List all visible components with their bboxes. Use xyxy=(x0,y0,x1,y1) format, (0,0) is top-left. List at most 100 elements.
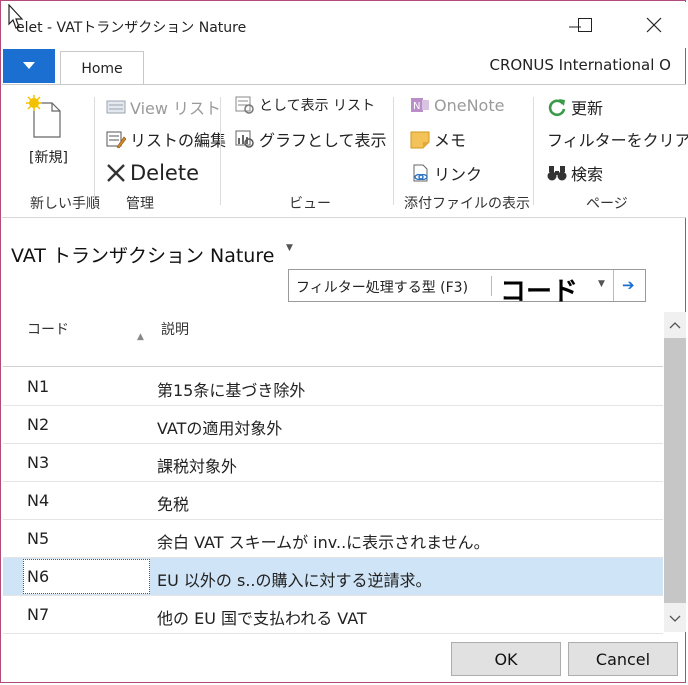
note-icon xyxy=(410,131,430,149)
cell-description: 他の EU 国で支払われる VAT xyxy=(157,609,367,628)
new-button[interactable] xyxy=(26,95,62,143)
onenote-icon: N xyxy=(411,98,429,112)
clear-filter-label: フィルターをクリア xyxy=(547,131,688,150)
group-label-manage: 管理 xyxy=(126,196,154,212)
table-row-selected[interactable]: N6 EU 以外の s..の購入に対する逆請求。 xyxy=(3,558,663,596)
sort-ascending-icon: ▲ xyxy=(137,332,144,342)
refresh-icon xyxy=(548,99,566,117)
tab-home[interactable]: Home xyxy=(60,51,144,85)
application-menu-button[interactable] xyxy=(3,49,55,83)
filter-field-select[interactable]: コード xyxy=(500,271,578,308)
chevron-down-icon xyxy=(669,615,681,622)
table-row[interactable]: N1 第15条に基づき除外 xyxy=(3,368,663,406)
title-dropdown-icon[interactable]: ▼ xyxy=(286,243,293,253)
group-label-view: ビュー xyxy=(289,196,331,212)
group-label-page: ページ xyxy=(586,196,628,212)
view-list-label: View リスト xyxy=(130,99,222,118)
window-title: elet - VATトランザクション Nature xyxy=(16,20,247,36)
onenote-button[interactable]: N OneNote xyxy=(410,95,504,115)
new-document-icon xyxy=(26,95,61,138)
maximize-button[interactable] xyxy=(567,10,603,40)
notes-label: メモ xyxy=(434,131,467,150)
ribbon-divider xyxy=(393,97,394,205)
cell-description: 免税 xyxy=(157,495,190,514)
cell-code: N5 xyxy=(27,529,50,548)
cell-description: VATの適用対象外 xyxy=(157,419,283,438)
column-header-description[interactable]: 説明 xyxy=(161,319,189,339)
edit-list-button[interactable]: リストの編集 xyxy=(106,127,226,151)
find-label: 検索 xyxy=(571,165,604,184)
cell-code: N7 xyxy=(27,605,50,624)
cell-description: 第15条に基づき除外 xyxy=(157,381,306,400)
ribbon-divider xyxy=(533,97,534,205)
find-button[interactable]: 検索 xyxy=(547,161,603,185)
edit-list-label: リストの編集 xyxy=(130,131,227,150)
svg-text:N: N xyxy=(413,101,420,112)
cancel-button[interactable]: Cancel xyxy=(568,642,678,676)
dialog-window: elet - VATトランザクション Nature Home CRONUS In… xyxy=(0,0,688,683)
delete-label: Delete xyxy=(130,161,199,185)
clear-filter-button[interactable]: フィルターをクリア xyxy=(547,127,688,151)
cell-code: N2 xyxy=(27,415,50,434)
cell-code: N4 xyxy=(27,491,50,510)
new-label: [新規] xyxy=(29,150,68,166)
edit-list-icon xyxy=(106,131,126,149)
notes-button[interactable]: メモ xyxy=(410,127,466,151)
show-as-list-icon xyxy=(235,96,254,114)
onenote-label: OneNote xyxy=(434,95,505,115)
chevron-down-icon xyxy=(23,62,35,69)
show-as-chart-icon xyxy=(235,130,254,148)
view-list-icon xyxy=(106,100,126,114)
table-row[interactable]: N3 課税対象外 xyxy=(3,444,663,482)
cell-code: N3 xyxy=(27,453,50,472)
cell-description: EU 以外の s..の購入に対する逆請求。 xyxy=(157,571,432,590)
link-icon xyxy=(413,164,428,182)
refresh-label: 更新 xyxy=(571,99,604,118)
scroll-down-icon[interactable] xyxy=(664,608,686,630)
page-title: VAT トランザクション Nature xyxy=(11,245,275,267)
cell-code: N1 xyxy=(27,377,50,396)
ribbon: [新規] 新しい手順 View リスト リストの編集 Delete 管理 として… xyxy=(2,84,688,218)
cell-code: N6 xyxy=(27,567,50,586)
table-row[interactable]: N5 余白 VAT スキームが inv..に表示されません。 xyxy=(3,520,663,558)
ok-button[interactable]: OK xyxy=(451,642,561,676)
refresh-button[interactable]: 更新 xyxy=(547,95,603,119)
show-as-chart-label: グラフとして表示 xyxy=(259,131,387,150)
binoculars-icon xyxy=(547,166,567,181)
close-icon xyxy=(646,17,662,33)
ribbon-divider xyxy=(94,97,95,205)
vertical-scrollbar[interactable] xyxy=(664,312,686,632)
maximize-icon xyxy=(578,18,592,32)
show-as-list-label: として表示 リスト xyxy=(259,98,376,114)
filter-separator xyxy=(491,276,492,296)
title-bar[interactable]: elet - VATトランザクション Nature xyxy=(2,2,686,48)
filter-separator xyxy=(613,270,614,301)
links-button[interactable]: リンク xyxy=(410,161,482,185)
table-row[interactable]: N4 免税 xyxy=(3,482,663,520)
filter-box: フィルター処理する型 (F3) コード ▼ ➔ xyxy=(288,269,646,307)
table-row[interactable]: N7 他の EU 国で支払われる VAT xyxy=(3,596,663,634)
show-as-list-button[interactable]: として表示 リスト xyxy=(235,95,375,115)
column-header-code[interactable]: コード xyxy=(27,319,69,339)
chevron-up-icon xyxy=(669,322,681,329)
close-button[interactable] xyxy=(636,10,672,40)
group-label-attachments: 添付ファイルの表示 xyxy=(404,196,530,212)
filter-input[interactable]: フィルター処理する型 (F3) xyxy=(296,277,468,297)
delete-icon xyxy=(107,164,125,182)
links-label: リンク xyxy=(434,165,483,184)
scroll-up-icon[interactable] xyxy=(664,314,686,336)
group-label-new: 新しい手順 xyxy=(30,196,100,212)
delete-button[interactable]: Delete xyxy=(106,161,199,185)
apply-filter-arrow-icon[interactable]: ➔ xyxy=(622,276,635,294)
ribbon-divider xyxy=(220,97,221,205)
cell-description: 課税対象外 xyxy=(157,457,238,476)
show-as-chart-button[interactable]: グラフとして表示 xyxy=(235,127,387,151)
scrollbar-thumb[interactable] xyxy=(664,338,686,603)
data-grid: コード ▲ 説明 N1 第15条に基づき除外 N2 VATの適用対象外 N3 課… xyxy=(3,309,663,634)
view-list-button[interactable]: View リスト xyxy=(106,95,221,119)
header-divider xyxy=(3,366,663,367)
cell-description: 余白 VAT スキームが inv..に表示されません。 xyxy=(157,533,490,552)
table-row[interactable]: N2 VATの適用対象外 xyxy=(3,406,663,444)
company-name: CRONUS International O xyxy=(489,56,671,74)
chevron-down-icon[interactable]: ▼ xyxy=(598,279,605,289)
